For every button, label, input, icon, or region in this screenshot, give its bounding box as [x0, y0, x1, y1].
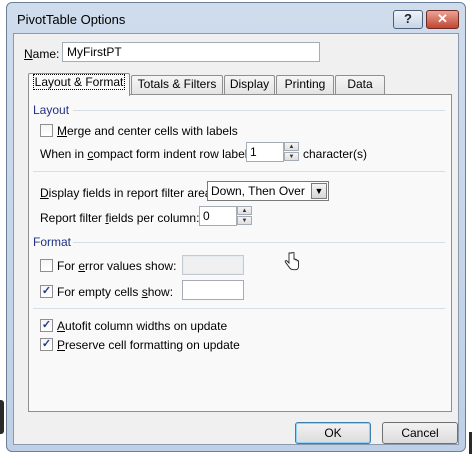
tab-layout-format[interactable]: Layout & Format: [28, 73, 130, 96]
pivottable-name-input[interactable]: [62, 42, 320, 62]
autofit-label: Autofit column widths on update: [57, 319, 228, 333]
spin-down-icon[interactable]: ▼: [237, 216, 252, 225]
filter-area-label: Display fields in report filter area:: [40, 186, 215, 200]
error-values-input[interactable]: [182, 255, 244, 275]
error-values-label: For error values show:: [57, 259, 177, 273]
tab-panel-layout-format: Layout Merge and center cells with label…: [28, 94, 452, 412]
filter-per-column-spinner[interactable]: ▲ ▼: [237, 206, 252, 226]
indent-input[interactable]: 1: [246, 142, 284, 162]
filter-area-select[interactable]: Down, Then Over ▼: [207, 181, 329, 201]
format-divider: [73, 242, 445, 243]
tab-totals-filters[interactable]: Totals & Filters: [131, 75, 223, 94]
background-edge: [0, 400, 4, 434]
merge-center-label: Merge and center cells with labels: [57, 124, 238, 138]
check-icon: ✓: [41, 319, 52, 331]
cancel-button[interactable]: Cancel: [382, 422, 458, 444]
filter-per-column-input[interactable]: 0: [199, 206, 237, 226]
dialog-title: PivotTable Options: [17, 12, 126, 27]
spin-down-icon[interactable]: ▼: [284, 152, 299, 161]
dialog-body: Name: Layout & Format Totals & Filters D…: [13, 33, 459, 445]
empty-cells-checkbox[interactable]: ✓: [40, 285, 53, 298]
preserve-checkbox[interactable]: ✓: [40, 338, 53, 351]
ok-button[interactable]: OK: [295, 422, 371, 444]
title-bar[interactable]: PivotTable Options ? ✕: [7, 3, 465, 33]
autofit-divider: [33, 308, 445, 309]
empty-cells-label: For empty cells show:: [57, 285, 174, 299]
pivottable-options-dialog: PivotTable Options ? ✕ Name: Layout & Fo…: [6, 2, 466, 452]
filter-divider: [33, 171, 445, 172]
hand-pointer-icon: [284, 251, 300, 277]
spin-up-icon[interactable]: ▲: [237, 206, 252, 215]
help-button[interactable]: ?: [393, 10, 423, 29]
tab-data[interactable]: Data: [335, 75, 385, 94]
autofit-checkbox[interactable]: ✓: [40, 319, 53, 332]
filter-per-column-label: Report filter fields per column:: [40, 211, 200, 225]
tab-display[interactable]: Display: [224, 75, 275, 94]
indent-suffix: character(s): [303, 147, 368, 161]
spin-up-icon[interactable]: ▲: [284, 142, 299, 151]
indent-spinner[interactable]: ▲ ▼: [284, 142, 299, 162]
check-icon: ✓: [41, 338, 52, 350]
background-edge: [469, 432, 472, 454]
check-icon: ✓: [41, 285, 52, 297]
layout-divider: [73, 110, 445, 111]
empty-cells-input[interactable]: [182, 280, 244, 300]
close-button[interactable]: ✕: [426, 10, 459, 29]
filter-area-value: Down, Then Over: [211, 184, 305, 198]
indent-label: When in compact form indent row labels:: [40, 147, 257, 161]
layout-section-title: Layout: [33, 103, 70, 117]
name-label: Name:: [24, 47, 60, 61]
dropdown-arrow-icon[interactable]: ▼: [311, 183, 327, 199]
format-section-title: Format: [33, 235, 72, 249]
error-values-checkbox[interactable]: [40, 259, 53, 272]
merge-center-checkbox[interactable]: [40, 124, 53, 137]
preserve-label: Preserve cell formatting on update: [57, 338, 240, 352]
tab-printing[interactable]: Printing: [276, 75, 334, 94]
